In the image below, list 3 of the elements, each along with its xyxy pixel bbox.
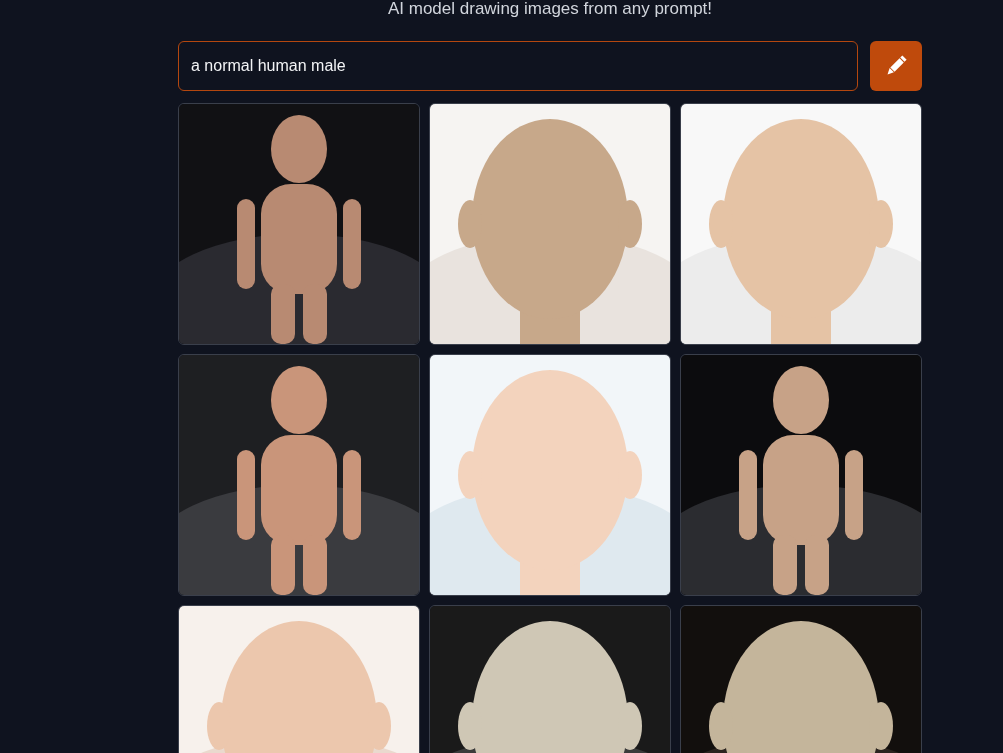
subtitle: AI model drawing images from any prompt! (387, 0, 713, 18)
draw-button[interactable] (870, 41, 922, 91)
prompt-input-field[interactable]: a normal human male (178, 41, 858, 91)
